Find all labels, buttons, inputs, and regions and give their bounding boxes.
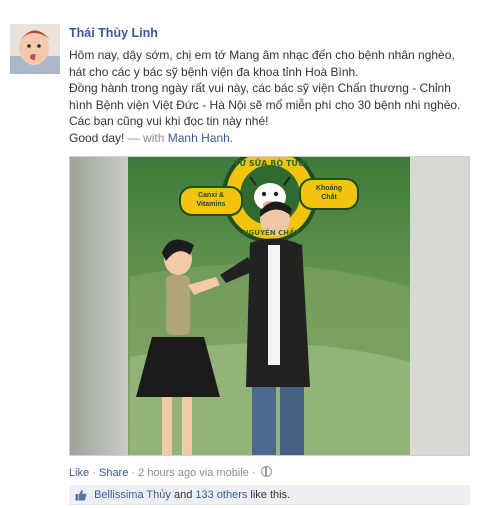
post-message: Hôm nay, dậy sớm, chị em tớ Mang âm nhạc…	[69, 47, 487, 147]
post-line: hình Bệnh viện Việt Đức - Hà Nội sẽ mổ m…	[69, 97, 461, 112]
others-link[interactable]: 133 others	[195, 489, 247, 501]
right-sign-line: Chất	[321, 194, 337, 201]
photo-image	[70, 157, 469, 455]
post-line: Các bạn cũng vui khi đọc tin này nhé!	[69, 114, 269, 129]
photo-banner-bottom: NGUYÊN CHẤT	[235, 229, 307, 237]
post-meta: Like · Share · 2 hours ago via mobile ·	[69, 466, 272, 479]
likes-summary: Bellissima Thủy and 133 others like this…	[69, 485, 470, 505]
like-link[interactable]: Like	[69, 467, 89, 479]
author-avatar[interactable]	[10, 24, 60, 74]
avatar-photo	[10, 24, 60, 74]
tagged-person-link[interactable]: Manh Hanh.	[168, 131, 233, 145]
left-sign-line: Canxi &	[197, 192, 225, 199]
photo-banner-text: TỪ SỮA BÒ TƯƠI	[228, 159, 314, 168]
likes-suffix: like this.	[250, 489, 291, 501]
liker-name-link[interactable]: Bellissima Thủy	[94, 489, 171, 501]
post-photo[interactable]: TỪ SỮA BÒ TƯƠI NGUYÊN CHẤT Canxi & Vitam…	[69, 156, 470, 456]
post-line: hát cho các y bác sỹ bệnh viện đa khoa t…	[69, 64, 359, 79]
post-line: Hôm nay, dậy sớm, chị em tớ Mang âm nhạc…	[69, 48, 455, 62]
post-closing-line: Good day! — with Manh Hanh.	[69, 130, 487, 147]
likes-and: and	[173, 489, 193, 501]
thumbs-up-icon	[75, 488, 87, 508]
right-sign: Khoáng Chất	[302, 184, 356, 202]
with-prefix: — with	[127, 130, 165, 145]
banner-bottom-word: NGUYÊN CHẤT	[242, 229, 300, 237]
post-closing: Good day!	[69, 130, 125, 145]
separator-dot: ·	[251, 467, 256, 479]
globe-icon[interactable]	[260, 466, 272, 477]
author-name-link[interactable]: Thái Thùy Linh	[69, 26, 158, 40]
timestamp[interactable]: 2 hours ago via mobile	[138, 467, 249, 479]
share-link[interactable]: Share	[99, 467, 128, 479]
left-sign-line: Vitamins	[196, 201, 226, 208]
left-sign: Canxi & Vitamins	[182, 191, 240, 209]
separator-dot: ·	[131, 467, 136, 479]
separator-dot: ·	[92, 467, 96, 479]
banner-top-word: TỪ SỮA BÒ TƯƠI	[233, 159, 309, 168]
post-line: Đồng hành trong ngày rất vui này, các bá…	[69, 81, 451, 96]
right-sign-line: Khoáng	[315, 185, 343, 192]
